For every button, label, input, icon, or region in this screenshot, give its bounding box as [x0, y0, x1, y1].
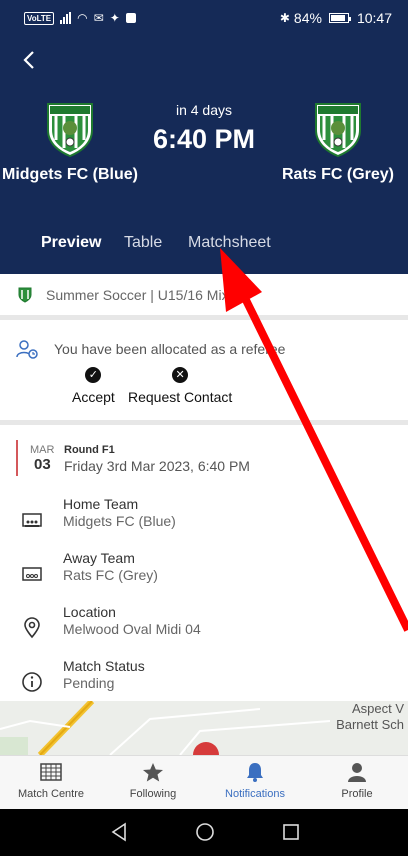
battery-icon	[328, 13, 351, 23]
back-triangle-icon[interactable]	[108, 821, 130, 843]
system-nav-bar	[0, 809, 408, 856]
status-bar: VoLTE ◠ ✉ ✦ ✱ 84% 10:47	[0, 0, 408, 36]
bluetooth-icon: ✱	[279, 11, 290, 25]
home-circle-icon[interactable]	[194, 821, 216, 843]
home-team-name: Midgets FC (Blue)	[2, 166, 138, 183]
close-icon: ✕	[172, 367, 189, 383]
match-status-detail: Match Status Pending	[0, 656, 408, 702]
referee-user-icon	[16, 340, 38, 359]
location-value: Melwood Oval Midi 04	[63, 621, 201, 637]
round-day: 03	[34, 456, 51, 473]
round-datetime: Friday 3rd Mar 2023, 6:40 PM	[64, 458, 250, 474]
away-team-name: Rats FC (Grey)	[281, 166, 395, 183]
location-map[interactable]: Aspect V Barnett Sch	[0, 701, 408, 755]
referee-allocation: You have been allocated as a referee ✓ A…	[0, 325, 408, 425]
away-team-detail[interactable]: Away Team Rats FC (Grey)	[0, 548, 408, 594]
notification-icon: ✉	[93, 11, 104, 25]
location-detail[interactable]: Location Melwood Oval Midi 04	[0, 602, 408, 648]
home-crest-icon	[47, 103, 93, 158]
signal-icon	[60, 12, 72, 24]
recents-square-icon[interactable]	[280, 821, 302, 843]
away-team[interactable]: Rats FC (Grey)	[268, 100, 408, 186]
round-name: Round F1	[64, 444, 115, 456]
map-place-line1: Aspect V	[351, 701, 404, 716]
referee-message: You have been allocated as a referee	[54, 341, 286, 357]
clock: 10:47	[356, 10, 392, 26]
competition-name: Summer Soccer | U15/16 Mixe	[46, 286, 237, 303]
nav-following[interactable]: Following	[102, 756, 204, 809]
info-icon	[22, 672, 42, 692]
match-header: VoLTE ◠ ✉ ✦ ✱ 84% 10:47 Midgets FC (Blue…	[0, 0, 408, 274]
home-team-value: Midgets FC (Blue)	[63, 513, 176, 529]
bell-icon	[247, 763, 263, 782]
request-contact-label: Request Contact	[128, 389, 233, 405]
home-team-detail[interactable]: Home Team Midgets FC (Blue)	[0, 494, 408, 540]
calendar-grid-icon	[40, 763, 62, 781]
accept-label: Accept	[72, 389, 115, 405]
match-tabs: Preview Table Matchsheet	[0, 234, 408, 260]
nav-match-centre[interactable]: Match Centre	[0, 756, 102, 809]
match-status-label: Match Status	[63, 658, 145, 674]
battery-percent: 84%	[293, 10, 322, 26]
nav-profile-label: Profile	[341, 788, 373, 800]
app-icon	[125, 13, 136, 23]
tab-preview[interactable]: Preview	[41, 234, 101, 252]
map-place-line2: Barnett Sch	[336, 717, 404, 732]
back-icon[interactable]	[18, 48, 42, 72]
wifi-icon: ◠	[77, 11, 88, 25]
home-team-icon	[22, 513, 42, 527]
accept-button[interactable]: ✓ Accept	[72, 367, 115, 405]
star-icon	[143, 763, 163, 782]
competition-crest-icon	[18, 287, 32, 303]
away-team-value: Rats FC (Grey)	[63, 567, 158, 583]
nav-notifications[interactable]: Notifications	[204, 756, 306, 809]
nav-match-centre-label: Match Centre	[17, 788, 85, 800]
match-status-value: Pending	[63, 675, 115, 691]
volte-icon: VoLTE	[24, 11, 55, 25]
bottom-nav: Match Centre Following Notifications Pro…	[0, 755, 408, 809]
away-team-label: Away Team	[63, 550, 135, 566]
nav-profile[interactable]: Profile	[306, 756, 408, 809]
away-crest-icon	[315, 103, 361, 158]
tab-table[interactable]: Table	[124, 234, 162, 252]
check-icon: ✓	[85, 367, 102, 383]
home-team-label: Home Team	[63, 496, 139, 512]
tab-matchsheet[interactable]: Matchsheet	[188, 234, 271, 252]
nav-notifications-label: Notifications	[225, 788, 285, 800]
twitter-icon: ✦	[109, 11, 120, 25]
nav-following-label: Following	[129, 788, 177, 800]
request-contact-button[interactable]: ✕ Request Contact	[128, 367, 232, 405]
round-month: MAR	[30, 444, 55, 456]
competition-row[interactable]: Summer Soccer | U15/16 Mixe	[0, 274, 408, 320]
location-pin-icon	[24, 617, 40, 639]
away-team-icon	[22, 567, 42, 581]
round-info: MAR 03 Round F1 Friday 3rd Mar 2023, 6:4…	[16, 440, 396, 476]
person-icon	[348, 763, 366, 782]
location-label: Location	[63, 604, 116, 620]
